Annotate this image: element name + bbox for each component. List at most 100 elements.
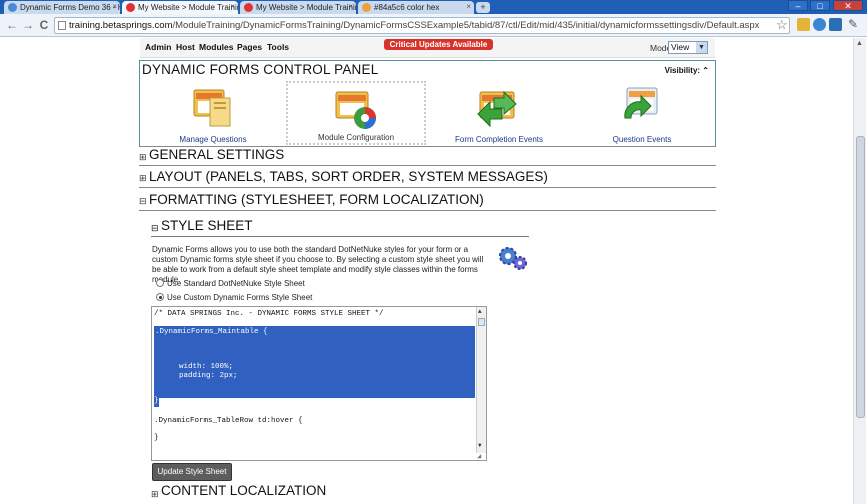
code-line: padding: 2px; [179, 372, 238, 380]
browser-navigation-bar: ← → C training.betasprings.com/ModuleTra… [0, 14, 867, 37]
expand-icon[interactable]: ⊞ [151, 489, 159, 500]
control-panel-title: DYNAMIC FORMS CONTROL PANEL [142, 62, 379, 77]
new-tab-button[interactable]: + [476, 2, 490, 13]
browser-tab-bar: Dynamic Forms Demo 36 - How × My Website… [0, 0, 867, 14]
code-line: width: 100%; [179, 363, 234, 371]
code-line: } [154, 434, 159, 442]
radio-button-selected[interactable] [156, 293, 164, 301]
browser-tab[interactable]: Dynamic Forms Demo 36 - How × [4, 1, 120, 14]
item-label: Question Events [612, 135, 672, 144]
scroll-down-icon[interactable]: ▼ [478, 442, 482, 449]
update-style-sheet-button[interactable]: Update Style Sheet [152, 463, 232, 481]
code-line: /* DATA SPRINGS Inc. - DYNAMIC FORMS STY… [154, 310, 384, 318]
manage-questions-button[interactable]: Manage Questions [148, 81, 278, 145]
chevron-down-icon: ▼ [696, 42, 707, 53]
item-label: Manage Questions [179, 135, 247, 144]
critical-updates-button[interactable]: Critical Updates Available [384, 39, 493, 50]
forward-button[interactable]: → [21, 18, 35, 32]
page-favicon-icon [8, 3, 17, 12]
scroll-up-icon[interactable]: ▲ [856, 40, 863, 47]
radio-label: Use Custom Dynamic Forms Style Sheet [167, 293, 313, 302]
radio-standard-style-sheet[interactable]: Use Standard DotNetNuke Style Sheet [156, 279, 305, 288]
scrollbar-thumb[interactable] [856, 136, 865, 418]
section-title[interactable]: LAYOUT (PANELS, TABS, SORT ORDER, SYSTEM… [149, 169, 548, 184]
mode-select[interactable]: View ▼ [668, 41, 708, 54]
bookmark-star-icon[interactable]: ☆ [776, 17, 788, 33]
selection-end: } [154, 397, 159, 407]
item-label: Form Completion Events [454, 135, 544, 144]
tab-label: My Website > Module Training [138, 3, 238, 12]
url-path: /ModuleTraining/DynamicFormsTraining/Dyn… [172, 20, 760, 31]
browser-tab-active[interactable]: My Website > Module Training × [122, 1, 238, 14]
layout-section[interactable]: ⊞ LAYOUT (PANELS, TABS, SORT ORDER, SYST… [139, 165, 716, 187]
code-line: } [154, 397, 159, 405]
editor-scrollbar[interactable]: ▲ ▼ [476, 307, 486, 453]
content-localization-header[interactable]: ⊞ CONTENT LOCALIZATION [151, 483, 529, 504]
subsection-title[interactable]: CONTENT LOCALIZATION [161, 483, 326, 498]
menu-host[interactable]: Host [176, 42, 195, 52]
collapse-icon[interactable]: ⊟ [151, 223, 159, 234]
browser-tab[interactable]: My Website > Module Training × [240, 1, 356, 14]
expand-icon[interactable]: ⊞ [139, 173, 147, 184]
mode-value: View [671, 42, 690, 52]
maximize-window-button[interactable]: □ [810, 0, 830, 11]
item-label: Module Configuration [317, 133, 395, 142]
close-tab-icon[interactable]: × [348, 2, 353, 11]
close-tab-icon[interactable]: × [466, 2, 471, 11]
code-line: .DynamicForms_Maintable { [155, 328, 268, 336]
wrench-menu-icon[interactable]: ✎ [848, 18, 861, 31]
visibility-label: Visibility: [664, 66, 701, 75]
question-events-button[interactable]: Question Events [577, 81, 707, 145]
minimize-window-button[interactable]: – [788, 0, 808, 11]
subsection-title[interactable]: STYLE SHEET [161, 218, 253, 233]
monitor-extension-icon[interactable] [829, 18, 842, 31]
section-title[interactable]: FORMATTING (STYLESHEET, FORM LOCALIZATIO… [149, 192, 484, 207]
form-completion-events-button[interactable]: Form Completion Events [434, 81, 564, 145]
radio-label: Use Standard DotNetNuke Style Sheet [167, 279, 305, 288]
page-icon [58, 21, 66, 30]
general-settings-section[interactable]: ⊞ GENERAL SETTINGS [139, 146, 716, 166]
collapse-icon[interactable]: ⊟ [139, 196, 147, 207]
menu-tools[interactable]: Tools [267, 42, 289, 52]
pencil-extension-icon[interactable] [797, 18, 810, 31]
manage-questions-icon [193, 89, 231, 127]
tab-label: Dynamic Forms Demo 36 - How [20, 3, 120, 12]
menu-pages[interactable]: Pages [237, 42, 262, 52]
menu-modules[interactable]: Modules [199, 42, 233, 52]
gear-extension-icon[interactable] [813, 18, 826, 31]
page-scrollbar[interactable]: ▲ [853, 38, 866, 504]
module-configuration-button[interactable]: Module Configuration [286, 81, 426, 145]
page-favicon-icon [362, 3, 371, 12]
style-sheet-header[interactable]: ⊟ STYLE SHEET [151, 216, 529, 237]
scroll-up-icon[interactable]: ▲ [478, 308, 482, 315]
back-button[interactable]: ← [5, 18, 19, 32]
scrollbar-thumb[interactable] [478, 318, 485, 326]
close-tab-icon[interactable]: × [230, 2, 235, 11]
dnn-control-bar: Admin Host Modules Pages Tools Critical … [140, 38, 715, 58]
formatting-section[interactable]: ⊟ FORMATTING (STYLESHEET, FORM LOCALIZAT… [139, 187, 716, 211]
radio-custom-style-sheet[interactable]: Use Custom Dynamic Forms Style Sheet [156, 293, 312, 302]
page-favicon-icon [244, 3, 253, 12]
question-events-icon [624, 87, 658, 119]
text-selection: .DynamicForms_Maintable { width: 100%; p… [154, 326, 475, 398]
resize-handle-icon[interactable]: ◢ [477, 452, 486, 460]
radio-button[interactable] [156, 279, 164, 287]
dynamic-forms-control-panel: DYNAMIC FORMS CONTROL PANEL Visibility: … [139, 60, 716, 147]
visibility-toggle[interactable]: Visibility: ⌃ [665, 66, 709, 75]
section-title[interactable]: GENERAL SETTINGS [149, 147, 284, 162]
browser-tab[interactable]: #84a5c6 color hex × [358, 1, 474, 14]
page-favicon-icon [126, 3, 135, 12]
tab-label: My Website > Module Training [256, 3, 356, 12]
close-window-button[interactable]: ✕ [833, 0, 863, 11]
gears-icon [499, 247, 527, 270]
module-configuration-icon [335, 91, 376, 129]
collapse-icon[interactable]: ⌃ [702, 66, 709, 75]
style-sheet-editor[interactable]: /* DATA SPRINGS Inc. - DYNAMIC FORMS STY… [151, 306, 487, 461]
reload-button[interactable]: C [37, 18, 51, 32]
expand-icon[interactable]: ⊞ [139, 152, 147, 163]
url-host: training.betasprings.com [69, 20, 173, 31]
menu-admin[interactable]: Admin [145, 42, 171, 52]
address-bar[interactable]: training.betasprings.com/ModuleTraining/… [54, 17, 790, 34]
close-tab-icon[interactable]: × [112, 2, 117, 11]
code-line: .DynamicForms_TableRow td:hover { [154, 417, 303, 425]
